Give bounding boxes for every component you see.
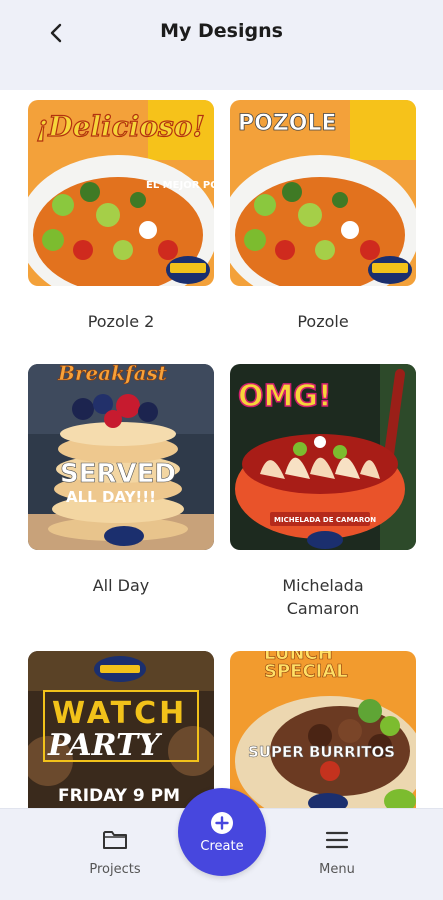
design-thumbnail[interactable]: OMG! MICHELADA DE CAMARON	[230, 364, 416, 550]
thumb-subline-2: FRIDAY 9 PM	[58, 786, 180, 806]
thumb-subline: SERVED	[60, 459, 176, 489]
hamburger-menu-icon	[325, 831, 349, 849]
design-card[interactable]: Breakfast SERVED ALL DAY!!! All Day	[28, 364, 214, 597]
thumb-headline: ¡Delicioso!	[36, 110, 205, 143]
folder-icon	[103, 831, 127, 849]
design-card[interactable]: POZOLE Pozole	[230, 100, 416, 333]
create-label: Create	[200, 838, 244, 854]
thumb-subline: SPECIAL	[264, 661, 348, 682]
thumb-subline: PARTY	[47, 728, 162, 763]
design-card[interactable]: LUNCH SPECIAL SUPER BURRITOS	[230, 651, 416, 810]
thumb-subline: EL MEJOR POZOLE	[146, 180, 214, 191]
design-card[interactable]: OMG! MICHELADA DE CAMARON Michelada Cama…	[230, 364, 416, 620]
thumb-subline-2: ALL DAY!!!	[66, 488, 156, 506]
page-title: My Designs	[160, 20, 283, 42]
design-card[interactable]: WATCH PARTY FRIDAY 9 PM	[28, 651, 214, 810]
nav-projects-label: Projects	[89, 862, 141, 877]
design-name: Pozole	[297, 312, 349, 331]
design-name: Pozole 2	[87, 312, 155, 331]
nav-projects[interactable]: Projects	[70, 829, 160, 877]
thumb-headline: OMG!	[238, 379, 332, 414]
design-thumbnail[interactable]: ¡Delicioso! EL MEJOR POZOLE	[28, 100, 214, 286]
nav-menu[interactable]: Menu	[292, 829, 382, 877]
thumb-subline: MICHELADA DE CAMARON	[274, 516, 376, 524]
design-thumbnail[interactable]: POZOLE	[230, 100, 416, 286]
nav-menu-label: Menu	[319, 862, 355, 877]
design-thumbnail[interactable]: WATCH PARTY FRIDAY 9 PM	[28, 651, 214, 810]
thumb-subline-2: SUPER BURRITOS	[248, 743, 395, 761]
designs-grid[interactable]: ¡Delicioso! EL MEJOR POZOLE Pozole 2	[0, 100, 443, 810]
design-name: All Day	[92, 576, 150, 595]
app-header: My Designs	[0, 0, 443, 90]
design-name: Michelada Camaron	[282, 576, 364, 618]
create-button[interactable]: Create	[178, 788, 266, 876]
thumb-headline: POZOLE	[238, 111, 337, 136]
thumb-headline: Breakfast	[57, 364, 168, 385]
plus-circle-icon	[211, 811, 233, 834]
thumb-headline: WATCH	[52, 696, 187, 731]
design-card[interactable]: ¡Delicioso! EL MEJOR POZOLE Pozole 2	[28, 100, 214, 333]
design-thumbnail[interactable]: Breakfast SERVED ALL DAY!!!	[28, 364, 214, 550]
design-thumbnail[interactable]: LUNCH SPECIAL SUPER BURRITOS	[230, 651, 416, 810]
